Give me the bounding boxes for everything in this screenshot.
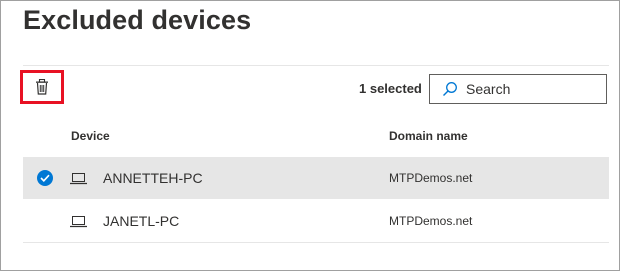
laptop-icon [70, 172, 87, 190]
domain-name: MTPDemos.net [389, 214, 473, 228]
search-input[interactable] [466, 81, 596, 97]
device-name: ANNETTEH-PC [103, 170, 203, 186]
selected-count: 1 selected [359, 81, 422, 96]
laptop-icon [70, 215, 87, 233]
page-title: Excluded devices [23, 5, 252, 35]
search-icon [442, 81, 458, 97]
delete-button[interactable] [20, 70, 64, 104]
table-row[interactable]: ANNETTEH-PC MTPDemos.net [23, 157, 609, 199]
trash-icon [35, 79, 49, 95]
divider [23, 65, 609, 66]
column-header-device[interactable]: Device [71, 129, 110, 143]
column-header-domain[interactable]: Domain name [389, 129, 468, 143]
search-box[interactable] [429, 74, 607, 104]
table-row[interactable]: JANETL-PC MTPDemos.net [23, 200, 609, 243]
excluded-devices-panel: Excluded devices 1 selected Device Domai… [0, 0, 620, 271]
device-name: JANETL-PC [103, 213, 180, 229]
checkmark-icon[interactable] [37, 170, 53, 186]
domain-name: MTPDemos.net [389, 171, 473, 185]
